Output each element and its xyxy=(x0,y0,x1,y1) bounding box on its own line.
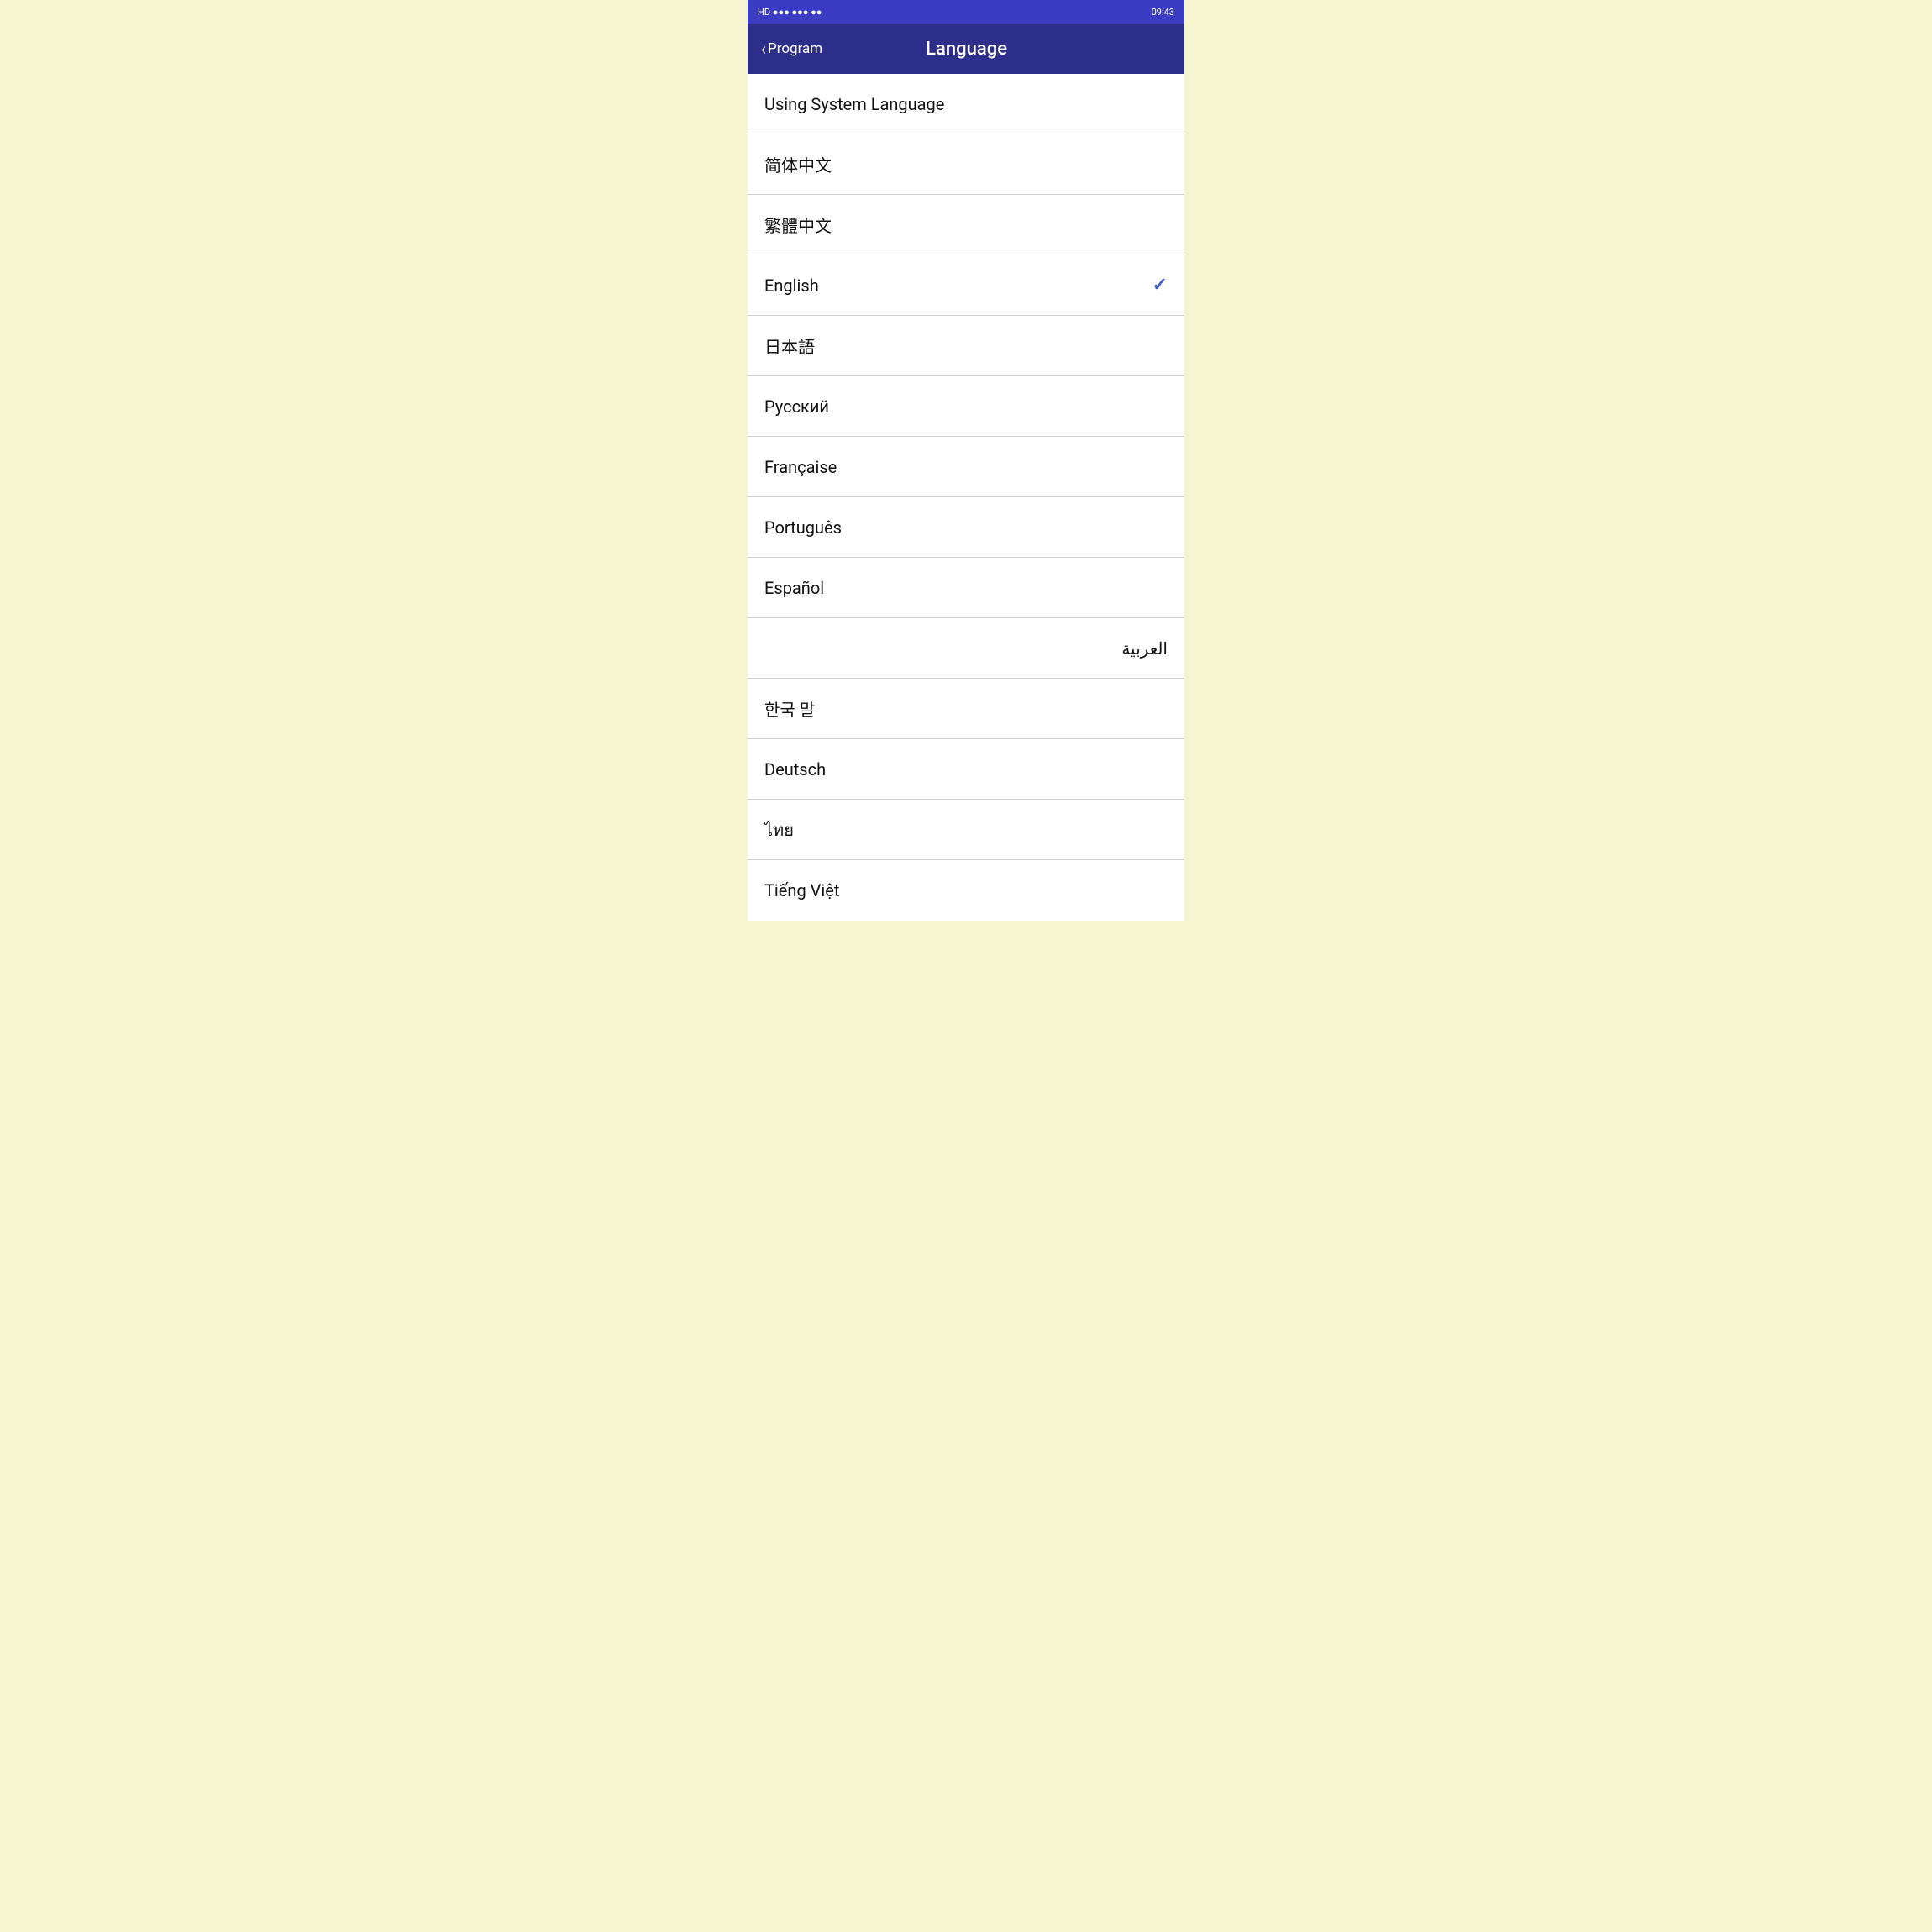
status-bar: HD ●●● ●●● ●● 09:43 xyxy=(748,0,1184,24)
language-name-ru: Русский xyxy=(764,396,829,417)
nav-bar: ‹ Program Language xyxy=(748,24,1184,74)
status-time: 09:43 xyxy=(1152,7,1174,18)
language-item-fr[interactable]: Française xyxy=(748,437,1184,497)
phone-container: HD ●●● ●●● ●● 09:43 ‹ Program Language U… xyxy=(748,0,1184,921)
language-name-zh-hans: 简体中文 xyxy=(764,152,832,176)
language-name-ar: العربية xyxy=(764,638,1168,659)
language-name-ko: 한국 말 xyxy=(764,696,815,721)
page-title: Language xyxy=(829,39,1104,60)
language-item-zh-hant[interactable]: 繁體中文 xyxy=(748,195,1184,255)
language-name-pt: Português xyxy=(764,517,842,538)
back-chevron-icon: ‹ xyxy=(761,39,766,59)
language-item-zh-hans[interactable]: 简体中文 xyxy=(748,134,1184,195)
language-name-en: English xyxy=(764,276,819,296)
language-item-de[interactable]: Deutsch xyxy=(748,739,1184,800)
back-button[interactable]: ‹ Program xyxy=(761,39,822,59)
language-item-ar[interactable]: العربية xyxy=(748,618,1184,679)
language-name-vi: Tiếng Việt xyxy=(764,880,839,900)
language-item-es[interactable]: Español xyxy=(748,558,1184,618)
language-item-vi[interactable]: Tiếng Việt xyxy=(748,860,1184,921)
language-item-system[interactable]: Using System Language xyxy=(748,74,1184,134)
language-name-zh-hant: 繁體中文 xyxy=(764,213,832,237)
checkmark-icon: ✓ xyxy=(1152,275,1168,296)
language-name-system: Using System Language xyxy=(764,94,944,114)
language-item-ja[interactable]: 日本語 xyxy=(748,316,1184,376)
language-name-es: Español xyxy=(764,578,824,598)
language-item-pt[interactable]: Português xyxy=(748,497,1184,558)
language-name-th: ไทย xyxy=(764,816,794,843)
language-item-ru[interactable]: Русский xyxy=(748,376,1184,437)
status-left-text: HD ●●● ●●● ●● xyxy=(758,7,822,18)
language-name-ja: 日本語 xyxy=(764,333,815,358)
language-item-th[interactable]: ไทย xyxy=(748,800,1184,860)
language-name-de: Deutsch xyxy=(764,759,826,780)
language-list: Using System Language 简体中文繁體中文 English ✓ 日本語… xyxy=(748,74,1184,921)
status-right: 09:43 xyxy=(1152,7,1174,18)
language-item-ko[interactable]: 한국 말 xyxy=(748,679,1184,739)
language-name-fr: Française xyxy=(764,457,837,477)
back-label: Program xyxy=(768,40,822,57)
language-item-en[interactable]: English ✓ xyxy=(748,255,1184,316)
status-left: HD ●●● ●●● ●● xyxy=(758,7,822,18)
